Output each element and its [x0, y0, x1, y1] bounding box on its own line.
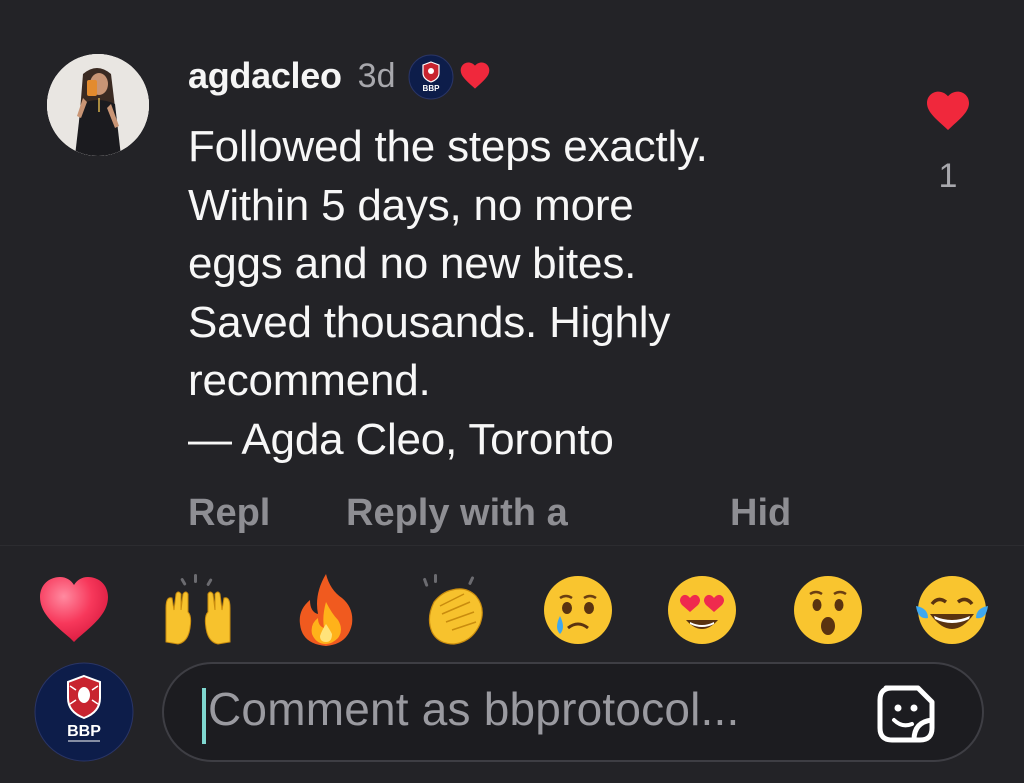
- quick-reaction-bar: [0, 562, 1024, 658]
- comment-line: Within 5 days, no more: [188, 180, 634, 230]
- surprised-face-emoji[interactable]: [790, 572, 866, 648]
- comment-item: agdacleo 3d BBP Followed the steps exact…: [0, 0, 1024, 545]
- reply-button[interactable]: Repl: [188, 492, 270, 535]
- reply-with-button[interactable]: Reply with a: [346, 492, 568, 535]
- laughing-tears-emoji[interactable]: [914, 572, 990, 648]
- crying-face-emoji[interactable]: [540, 572, 616, 648]
- like-column: 1: [920, 88, 976, 196]
- sticker-icon[interactable]: [874, 682, 938, 746]
- author-badge-text: BBP: [422, 84, 440, 93]
- comment-text: Followed the steps exactly. Within 5 day…: [188, 118, 888, 469]
- comment-line: recommend.: [188, 356, 431, 405]
- commenter-avatar[interactable]: [47, 54, 149, 156]
- comment-input[interactable]: Comment as bbprotocol...: [208, 682, 740, 736]
- comment-header: agdacleo 3d BBP: [188, 52, 504, 100]
- hide-button[interactable]: Hid: [730, 492, 791, 535]
- raising-hands-emoji[interactable]: [160, 572, 236, 648]
- divider: [0, 545, 1024, 546]
- red-heart-emoji[interactable]: [36, 572, 112, 648]
- like-heart-icon[interactable]: [923, 88, 973, 132]
- my-avatar-badge-text: BBP: [67, 723, 101, 740]
- heart-icon: [460, 62, 489, 89]
- comment-line: Followed the steps exactly.: [188, 122, 708, 171]
- commenter-username[interactable]: agdacleo: [188, 55, 342, 97]
- comment-line: — Agda Cleo, Toronto: [188, 414, 614, 464]
- my-avatar[interactable]: BBP: [34, 662, 134, 762]
- like-count: 1: [938, 157, 958, 195]
- comment-line: eggs and no new bites.: [188, 239, 637, 288]
- comment-line: Saved thousands. Highly: [188, 297, 671, 347]
- liked-by-author-indicator: BBP: [408, 52, 504, 100]
- heart-eyes-emoji[interactable]: [664, 572, 740, 648]
- comment-timestamp: 3d: [357, 56, 396, 95]
- fire-emoji[interactable]: [288, 572, 364, 648]
- comment-input-box[interactable]: Comment as bbprotocol...: [162, 662, 984, 762]
- clapping-hands-emoji[interactable]: [414, 572, 490, 648]
- author-avatar-badge: BBP: [408, 54, 453, 100]
- text-cursor: [202, 688, 206, 744]
